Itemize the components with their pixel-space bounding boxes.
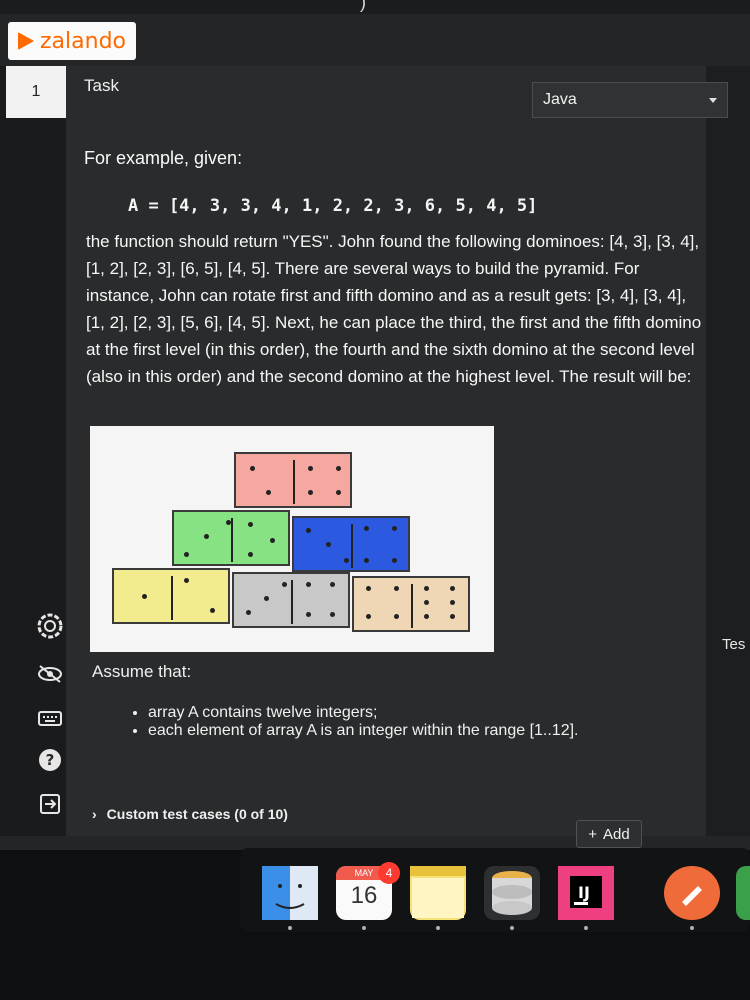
code-example: A = [4, 3, 3, 4, 1, 2, 2, 3, 6, 5, 4, 5]: [128, 196, 538, 216]
example-intro: For example, given:: [84, 148, 243, 168]
postman-icon[interactable]: [664, 866, 720, 920]
domino-red: [234, 452, 352, 508]
running-indicator: [436, 926, 440, 930]
window-title-text: ): [360, 0, 366, 12]
add-test-case-button[interactable]: + Add: [576, 820, 642, 848]
running-indicator: [288, 926, 292, 930]
chevron-right-icon: ›: [92, 806, 97, 822]
custom-test-cases-label: Custom test cases (0 of 10): [106, 806, 288, 822]
running-indicator: [584, 926, 588, 930]
keyboard-icon[interactable]: [36, 704, 64, 732]
task-title: Task: [84, 76, 119, 95]
constraint-item: each element of array A is an integer wi…: [148, 722, 668, 740]
intellij-label: IJ: [578, 883, 590, 902]
domino-green: [172, 510, 290, 566]
sequel-pro-icon[interactable]: [484, 866, 540, 920]
running-indicator: [362, 926, 366, 930]
chevron-down-icon: [709, 98, 717, 103]
eye-hide-icon[interactable]: [36, 660, 64, 688]
domino-gray: [232, 572, 350, 628]
task-description-paragraph: the function should return "YES". John f…: [86, 232, 702, 386]
editor-panel: [706, 66, 750, 836]
language-select[interactable]: Java: [532, 82, 728, 118]
domino-blue: [292, 516, 410, 572]
calendar-day: 16: [350, 882, 378, 909]
notes-icon[interactable]: [410, 866, 466, 920]
domino-pyramid-figure: [90, 426, 494, 652]
svg-text:?: ?: [46, 751, 55, 769]
intellij-idea-icon[interactable]: IJ: [558, 866, 614, 920]
domino-tan: [352, 576, 470, 632]
constraints-list: array A contains twelve integers; each e…: [124, 704, 668, 740]
window-title-strip: ): [0, 0, 750, 14]
custom-test-cases-toggle[interactable]: › Custom test cases (0 of 10): [92, 806, 288, 822]
calendar-badge: 4: [378, 862, 400, 884]
plus-icon: +: [588, 825, 598, 843]
add-button-label: Add: [603, 825, 630, 843]
task-number-tab[interactable]: 1: [6, 66, 66, 118]
constraint-item: array A contains twelve integers;: [148, 704, 668, 722]
exit-icon[interactable]: [36, 790, 64, 818]
settings-gear-icon[interactable]: [36, 612, 64, 640]
help-question-icon[interactable]: ?: [36, 746, 64, 774]
zalando-logo-icon: [18, 32, 34, 50]
zalando-logo-text: zalando: [40, 28, 126, 54]
running-indicator: [690, 926, 694, 930]
assume-heading: Assume that:: [92, 662, 192, 681]
running-indicator: [510, 926, 514, 930]
test-panel-label[interactable]: Tes: [722, 636, 745, 653]
language-select-value: Java: [543, 91, 577, 108]
chrome-icon[interactable]: [736, 866, 750, 920]
domino-yellow: [112, 568, 230, 624]
finder-icon[interactable]: [262, 866, 318, 920]
zalando-logo: zalando: [8, 22, 136, 60]
